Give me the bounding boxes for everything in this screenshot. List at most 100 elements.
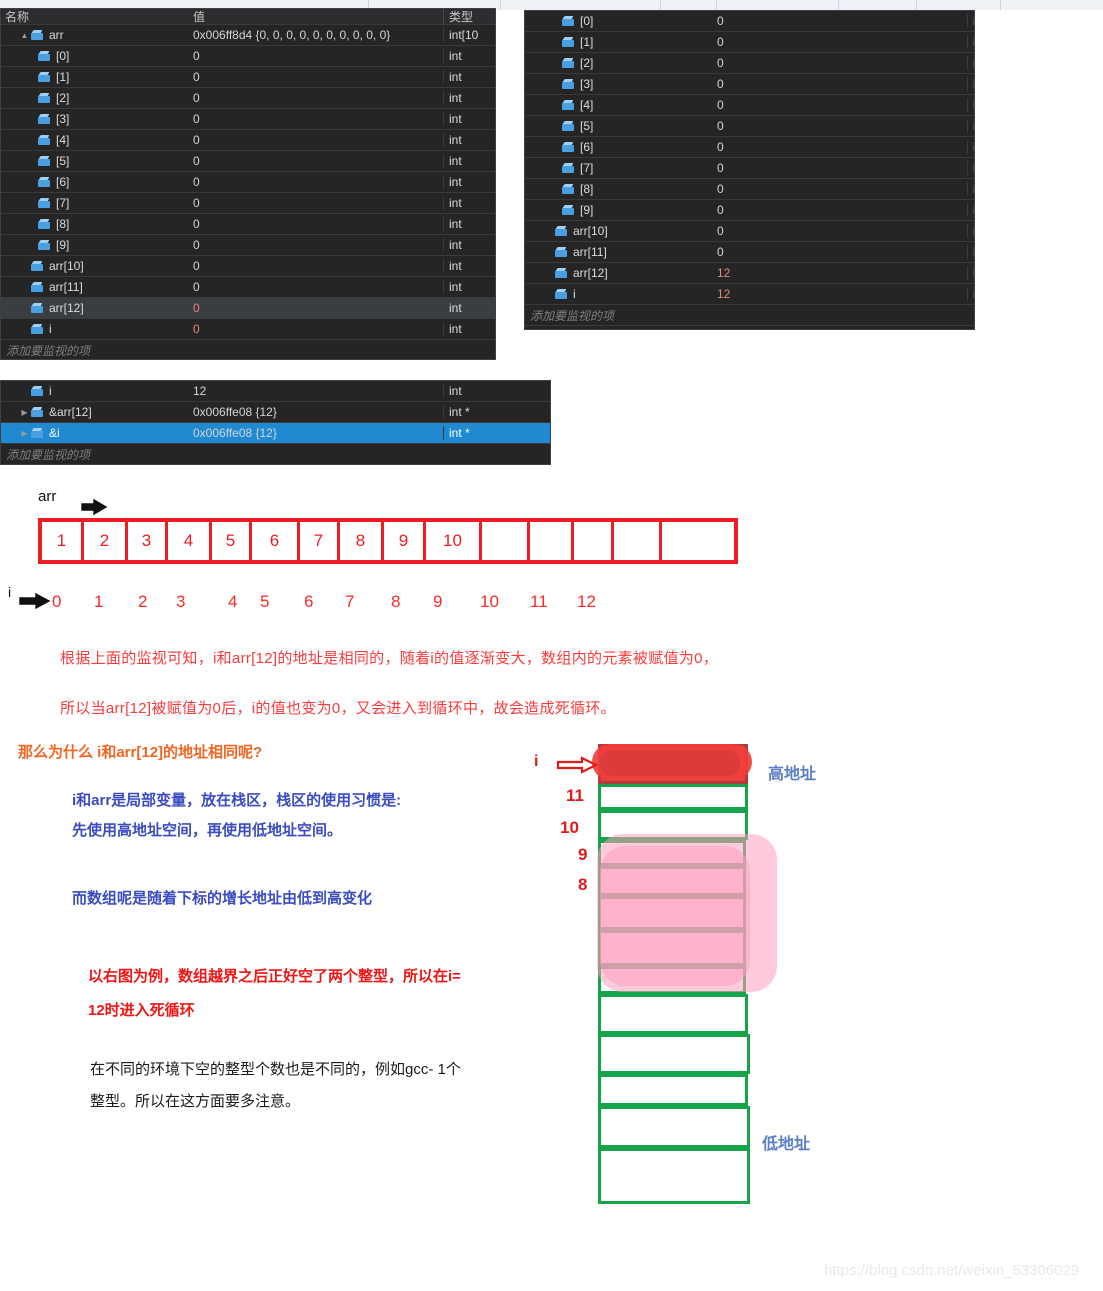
array-index-label: 0 — [52, 592, 62, 611]
watch-row-name-cell: ▶ &arr[12] — [1, 402, 188, 423]
watch-row[interactable]: i 0 int — [1, 319, 495, 340]
watch-row-value[interactable]: 0 — [712, 245, 967, 259]
watch-row-value[interactable]: 0 — [188, 70, 443, 84]
add-watch-row[interactable]: 添加要监视的项 — [525, 305, 974, 326]
watch-row-value[interactable]: 0 — [188, 322, 443, 336]
watch-row-name-cell: [1] — [525, 35, 712, 49]
watch-row[interactable]: i 12int — [1, 381, 550, 402]
watch-row-value[interactable]: 0x006ff8d4 {0, 0, 0, 0, 0, 0, 0, 0, 0, 0… — [188, 28, 443, 42]
watch-row-value[interactable]: 0x006ffe08 {12} — [188, 426, 443, 440]
watch-row-type: int * — [443, 426, 550, 440]
watch-row-value[interactable]: 0x006ffe08 {12} — [188, 405, 443, 419]
watch-row[interactable]: ▲ arr 0x006ff8d4 {0, 0, 0, 0, 0, 0, 0, 0, … — [1, 25, 495, 46]
watch-row-value[interactable]: 0 — [712, 182, 967, 196]
watch-row[interactable]: [0] 0int — [1, 46, 495, 67]
stack-high-address-label: 高地址 — [768, 766, 817, 783]
watch-row[interactable]: arr[12] 0 int — [1, 298, 495, 319]
watch-row-value[interactable]: 0 — [188, 133, 443, 147]
watch-row[interactable]: arr[10] 0int — [525, 221, 974, 242]
watch-row-value[interactable]: 0 — [712, 56, 967, 70]
watch-row[interactable]: [7] 0int — [1, 193, 495, 214]
stack-low-address-label: 低地址 — [762, 1136, 811, 1153]
watch-row-value[interactable]: 0 — [188, 217, 443, 231]
watch-row[interactable]: [8] 0int — [1, 214, 495, 235]
expander-expand-icon[interactable]: ▶ — [19, 423, 30, 444]
watch-row-value[interactable]: 0 — [188, 175, 443, 189]
watch-row-value[interactable]: 0 — [188, 49, 443, 63]
watch-row-value[interactable]: 0 — [712, 140, 967, 154]
watch-row[interactable]: [0] 0int — [525, 11, 974, 32]
variable-cube-icon — [31, 324, 44, 335]
watch-row[interactable]: [2] 0int — [525, 53, 974, 74]
watch-row[interactable]: [2] 0int — [1, 88, 495, 109]
watch-row[interactable]: [3] 0int — [525, 74, 974, 95]
watch-row[interactable]: arr[11] 0int — [525, 242, 974, 263]
array-index-label: 12 — [577, 592, 596, 611]
index-pointer-label: i — [8, 584, 12, 600]
watch-row-value[interactable]: 0 — [188, 112, 443, 126]
watch-row-type: int — [967, 98, 974, 112]
add-watch-row[interactable]: 添加要监视的项 — [1, 444, 550, 464]
watch-row[interactable]: [7] 0int — [525, 158, 974, 179]
array-cell: 4 — [168, 522, 212, 560]
watch-row-value[interactable]: 0 — [712, 119, 967, 133]
watch-row-type: int — [967, 56, 974, 70]
watch-row[interactable]: [4] 0int — [525, 95, 974, 116]
watch-row[interactable]: [5] 0int — [1, 151, 495, 172]
add-watch-row[interactable]: 添加要监视的项 — [1, 340, 495, 359]
watch-row[interactable]: [1] 0int — [1, 67, 495, 88]
watch-row-value[interactable]: 0 — [188, 154, 443, 168]
watch-row[interactable]: [8] 0int — [525, 179, 974, 200]
watch-row[interactable]: [4] 0int — [1, 130, 495, 151]
watch-row-value[interactable]: 0 — [188, 196, 443, 210]
watch-row-name-cell: arr[11] — [1, 280, 188, 294]
expander-collapse-icon[interactable]: ▲ — [19, 25, 30, 46]
watch-row[interactable]: [9] 0int — [525, 200, 974, 221]
watch-row[interactable]: [1] 0int — [525, 32, 974, 53]
watch-row[interactable]: [9] 0int — [1, 235, 495, 256]
watch-row[interactable]: arr[12] 12int — [525, 263, 974, 284]
watch-row[interactable]: ▶ &i 0x006ffe08 {12} int * — [1, 423, 550, 444]
watch-row-value[interactable]: 12 — [712, 287, 967, 301]
watch-row-value[interactable]: 0 — [188, 280, 443, 294]
watch-window-1[interactable]: 名称 值 类型 ▲ arr 0x006ff8d4 {0, 0, 0, 0, 0, 0… — [0, 8, 496, 360]
watch-row[interactable]: [5] 0int — [525, 116, 974, 137]
watch-row-value[interactable]: 0 — [712, 77, 967, 91]
array-index-label: 1 — [94, 592, 104, 611]
watch-row-value[interactable]: 12 — [188, 384, 443, 398]
watch-row[interactable]: [6] 0int — [1, 172, 495, 193]
column-header-type: 类型 — [443, 9, 495, 25]
watch-row-value[interactable]: 0 — [712, 224, 967, 238]
expander-expand-icon[interactable]: ▶ — [19, 402, 30, 423]
watch-row-value[interactable]: 0 — [188, 91, 443, 105]
array-cell: 10 — [426, 522, 482, 560]
watch-row-label: i — [49, 384, 52, 398]
watch-row-value[interactable]: 0 — [188, 301, 443, 315]
array-pointer-label: arr — [38, 488, 57, 505]
i-arrow-icon — [19, 592, 51, 610]
watch-window-3[interactable]: i 12 int ▶ &arr[12] 0x006ffe08 {12} int * ▶ &i 0x… — [0, 380, 551, 465]
watch-row-name-cell: [4] — [1, 133, 188, 147]
watch-row[interactable]: [6] 0int — [525, 137, 974, 158]
variable-cube-icon — [38, 93, 51, 104]
watch-row[interactable]: i 12int — [525, 284, 974, 305]
watch-row-type: int — [967, 224, 974, 238]
add-watch-placeholder: 添加要监视的项 — [6, 343, 91, 358]
watch-row-value[interactable]: 0 — [712, 35, 967, 49]
watch-row-value[interactable]: 0 — [712, 98, 967, 112]
watch-row-value[interactable]: 12 — [712, 266, 967, 280]
watch-window-2[interactable]: [0]0int[1]0int[2]0int[3]0int[4]0int[5]0i… — [524, 10, 975, 330]
array-index-label: 9 — [433, 592, 443, 611]
watch-row[interactable]: ▶ &arr[12] 0x006ffe08 {12} int * — [1, 402, 550, 423]
watch-row-value[interactable]: 0 — [188, 238, 443, 252]
watch-row-value[interactable]: 0 — [712, 161, 967, 175]
array-cell-value: 8 — [355, 531, 366, 550]
watch-row[interactable]: [3] 0int — [1, 109, 495, 130]
watch-row-value[interactable]: 0 — [712, 14, 967, 28]
watch-row-value[interactable]: 0 — [712, 203, 967, 217]
array-index-label: 10 — [480, 592, 499, 611]
watch-row-type: int — [443, 280, 495, 294]
watch-row[interactable]: arr[10] 0int — [1, 256, 495, 277]
watch-row[interactable]: arr[11] 0int — [1, 277, 495, 298]
watch-row-value[interactable]: 0 — [188, 259, 443, 273]
